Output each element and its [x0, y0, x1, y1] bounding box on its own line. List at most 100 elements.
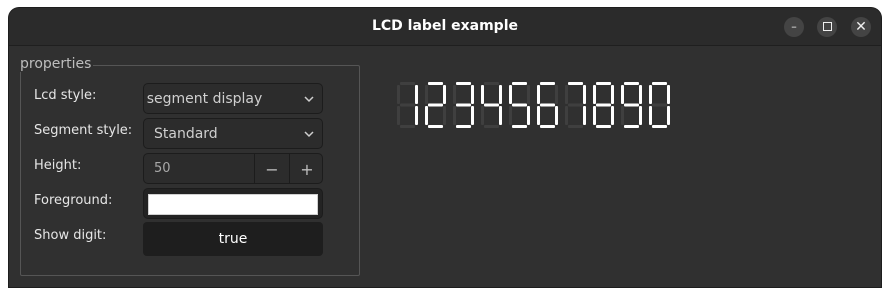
lcd-segment-g [624, 103, 639, 107]
lcd-segment-a [456, 82, 471, 85]
lcd-segment-f [509, 85, 512, 104]
lcd-segment-b [443, 85, 446, 104]
lcd-segment-a [652, 82, 667, 85]
lcd-segment-f [481, 85, 484, 104]
lcd-segment-e [481, 106, 484, 125]
lcd-digit [453, 82, 474, 128]
segment-style-label: Segment style: [34, 123, 133, 138]
lcd-segment-b [639, 85, 642, 104]
height-spinbox[interactable]: 50 − + [143, 153, 323, 184]
lcd-digit [593, 82, 614, 128]
segment-style-value: Standard [154, 126, 218, 142]
lcd-segment-f [593, 85, 596, 104]
lcd-style-value: Seven segment display [144, 91, 263, 107]
lcd-segment-c [583, 106, 586, 125]
lcd-segment-c [639, 106, 642, 125]
segment-style-select[interactable]: Standard [143, 118, 323, 149]
lcd-segment-d [484, 125, 499, 128]
lcd-segment-g [400, 103, 415, 107]
lcd-style-select[interactable]: Seven segment display [143, 83, 323, 114]
lcd-digit [649, 82, 670, 128]
lcd-segment-c [611, 106, 614, 125]
lcd-segment-c [527, 106, 530, 125]
lcd-segment-a [568, 82, 583, 85]
lcd-segment-d [512, 125, 527, 128]
height-label: Height: [34, 158, 82, 173]
lcd-segment-d [568, 125, 583, 128]
lcd-segment-f [453, 85, 456, 104]
lcd-digit [621, 82, 642, 128]
close-button[interactable]: ✕ [851, 17, 871, 37]
show-digit-label: Show digit: [34, 228, 107, 243]
maximize-icon [822, 21, 832, 31]
lcd-display [397, 82, 670, 128]
maximize-button[interactable] [817, 17, 837, 37]
lcd-segment-g [428, 103, 443, 107]
lcd-segment-e [593, 106, 596, 125]
lcd-segment-b [415, 85, 418, 104]
height-value[interactable]: 50 [154, 161, 171, 176]
lcd-segment-c [499, 106, 502, 125]
lcd-segment-c [415, 106, 418, 125]
lcd-segment-e [565, 106, 568, 125]
foreground-color-button[interactable] [143, 188, 323, 219]
lcd-digit [397, 82, 418, 128]
lcd-digit [509, 82, 530, 128]
lcd-segment-b [471, 85, 474, 104]
lcd-segment-d [428, 125, 443, 128]
lcd-digit [537, 82, 558, 128]
minimize-button[interactable]: – [784, 17, 804, 37]
lcd-segment-g [568, 103, 583, 107]
foreground-label: Foreground: [34, 193, 113, 208]
lcd-segment-e [649, 106, 652, 125]
lcd-segment-g [512, 103, 527, 107]
lcd-segment-a [484, 82, 499, 85]
close-icon: ✕ [855, 19, 867, 35]
lcd-segment-g [540, 103, 555, 107]
lcd-segment-b [499, 85, 502, 104]
properties-group-title: properties [18, 56, 94, 72]
lcd-segment-d [652, 125, 667, 128]
lcd-segment-c [443, 106, 446, 125]
lcd-segment-a [596, 82, 611, 85]
height-decrement-button[interactable]: − [255, 154, 289, 183]
lcd-segment-a [400, 82, 415, 85]
lcd-digit [565, 82, 586, 128]
app-window: LCD label example – ✕ properties Lcd sty… [9, 8, 881, 287]
lcd-style-label: Lcd style: [34, 88, 97, 103]
lcd-digit [481, 82, 502, 128]
chevron-down-icon [304, 96, 314, 103]
lcd-segment-c [471, 106, 474, 125]
lcd-segment-c [667, 106, 670, 125]
lcd-digit [425, 82, 446, 128]
lcd-segment-d [624, 125, 639, 128]
show-digit-toggle[interactable]: true [143, 222, 323, 256]
lcd-segment-g [596, 103, 611, 107]
lcd-segment-a [624, 82, 639, 85]
lcd-segment-d [456, 125, 471, 128]
lcd-segment-g [456, 103, 471, 107]
title-bar[interactable]: LCD label example – ✕ [9, 8, 881, 46]
window-title: LCD label example [371, 18, 518, 34]
lcd-segment-b [667, 85, 670, 104]
lcd-segment-d [540, 125, 555, 128]
lcd-segment-f [397, 85, 400, 104]
lcd-segment-e [397, 106, 400, 125]
lcd-segment-c [555, 106, 558, 125]
lcd-segment-b [611, 85, 614, 104]
lcd-segment-a [428, 82, 443, 85]
lcd-segment-d [596, 125, 611, 128]
main-content: properties Lcd style: Seven segment disp… [9, 46, 881, 287]
lcd-segment-f [537, 85, 540, 104]
lcd-segment-b [527, 85, 530, 104]
lcd-segment-d [400, 125, 415, 128]
lcd-segment-a [512, 82, 527, 85]
foreground-color-swatch [148, 194, 318, 215]
minimize-icon: – [791, 20, 797, 33]
lcd-segment-e [537, 106, 540, 125]
lcd-segment-b [583, 85, 586, 104]
lcd-segment-e [509, 106, 512, 125]
lcd-segment-f [565, 85, 568, 104]
height-increment-button[interactable]: + [290, 154, 322, 183]
lcd-segment-f [649, 85, 652, 104]
